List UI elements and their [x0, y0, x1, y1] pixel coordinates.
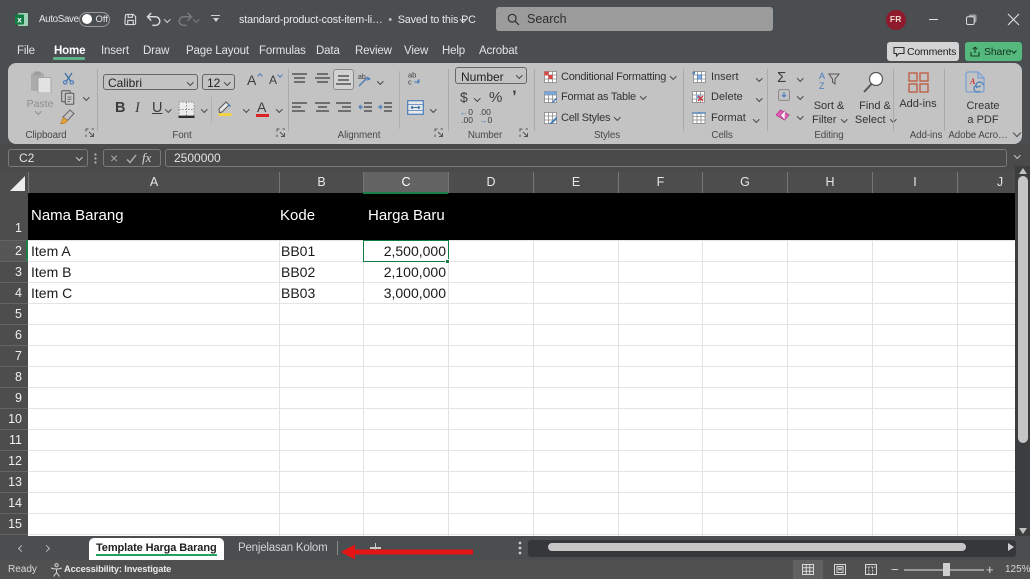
svg-text:x: x	[17, 15, 22, 25]
svg-text:A: A	[819, 71, 825, 81]
svg-text:ab: ab	[358, 74, 366, 81]
svg-text:Z: Z	[819, 81, 825, 91]
svg-text:A: A	[969, 77, 976, 86]
svg-text:c: c	[408, 78, 412, 87]
